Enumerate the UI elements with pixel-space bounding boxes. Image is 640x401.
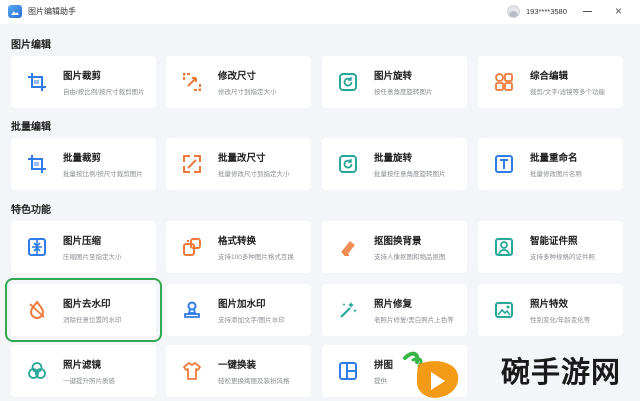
card-description: 支持添加文字/图片水印 [218,317,285,324]
card-compress[interactable]: 图片压缩 压缩图片至指定大小 [11,221,156,273]
rotate-icon [338,154,358,174]
card-description: 消除任意位置的水印 [63,317,122,324]
card-title: 图片裁剪 [63,71,102,82]
convert-icon [182,237,202,257]
card-title: 批量裁剪 [63,153,102,164]
card-description: 老照片修复/黑白照片上色等 [374,317,454,324]
compress-icon [27,237,47,257]
card-id-photo[interactable]: 智能证件照 支持多种规格的证件照 [478,221,623,273]
stamp-icon [182,300,202,320]
play-logo-icon [395,348,465,400]
collage-icon [338,361,358,381]
avatar[interactable] [507,5,520,18]
card-title: 格式转换 [218,236,257,247]
card-remove-watermark[interactable]: 图片去水印 消除任意位置的水印 [5,278,162,342]
card-description: 提供 [374,378,387,385]
card-title: 抠图换背景 [374,236,422,247]
card-photo-effects[interactable]: 照片特效 性别变化/年龄变化等 [478,284,623,336]
drop-icon [27,300,47,320]
card-title: 一键换装 [218,360,257,371]
card-title: 照片修复 [374,299,413,310]
card-title: 照片滤镜 [63,360,102,371]
card-description: 自由/按比例/按尺寸裁剪图片 [63,89,145,96]
card-description: 批量修改图片名称 [530,171,582,178]
card-crop[interactable]: 图片裁剪 自由/按比例/按尺寸裁剪图片 [11,56,156,108]
crop-icon [27,72,47,92]
eraser-icon [338,237,358,257]
card-convert[interactable]: 格式转换 支持100多种图片格式互换 [166,221,311,273]
grid-icon [494,72,514,92]
rotate-icon [338,72,358,92]
card-batch-rotate[interactable]: 批量旋转 批量按任意角度旋转图片 [322,138,467,190]
card-description: 批量按任意角度旋转图片 [374,171,446,178]
card-description: 批量按比例/按尺寸裁剪图片 [63,171,143,178]
card-title: 图片旋转 [374,71,413,82]
title-bar: 图片编辑助手 193****3580 × [0,0,640,24]
app-title: 图片编辑助手 [28,7,76,16]
card-title: 修改尺寸 [218,71,257,82]
crop-icon [27,154,47,174]
card-description: 支持人像抠图和物品抠图 [374,254,446,261]
text-icon [494,154,514,174]
shirt-icon [182,361,202,381]
card-title: 拼图 [374,360,394,371]
id-photo-icon [494,237,514,257]
user-id[interactable]: 193****3580 [526,7,567,16]
card-description: 性别变化/年龄变化等 [530,317,591,324]
card-description: 一键提升照片质感 [63,378,115,385]
resize-icon [182,154,202,174]
card-title: 智能证件照 [530,236,578,247]
card-batch-crop[interactable]: 批量裁剪 批量按比例/按尺寸裁剪图片 [11,138,156,190]
card-batch-rename[interactable]: 批量重命名 批量修改图片名称 [478,138,623,190]
card-photo-repair[interactable]: 照片修复 老照片修复/黑白照片上色等 [322,284,467,336]
card-title: 图片压缩 [63,236,102,247]
card-description: 支持多种规格的证件照 [530,254,595,261]
card-description: 压缩图片至指定大小 [63,254,122,261]
close-button[interactable]: × [612,5,625,18]
magic-wand-icon [338,300,358,320]
card-title: 批量改尺寸 [218,153,266,164]
site-watermark: 碗手游网 [395,340,640,401]
card-description: 轻松更换绚丽及装扮风格 [218,378,290,385]
card-description: 批量修改尺寸到指定大小 [218,171,290,178]
card-add-watermark[interactable]: 图片加水印 支持添加文字/图片水印 [166,284,311,336]
card-combo[interactable]: 综合编辑 裁剪/文字/滤镜等多个功能 [478,56,623,108]
card-description: 修改尺寸到指定大小 [218,89,277,96]
card-title: 批量旋转 [374,153,413,164]
card-title: 图片加水印 [218,299,266,310]
card-description: 支持100多种图片格式互换 [218,254,294,261]
card-title: 图片去水印 [63,299,111,310]
card-title: 综合编辑 [530,71,569,82]
watermark-text: 碗手游网 [501,357,622,389]
minimize-button[interactable] [583,11,592,12]
section-title-picture-edit: 图片编辑 [11,40,51,51]
section-title-features: 特色功能 [11,205,51,216]
section-title-batch-edit: 批量编辑 [11,122,51,133]
app-logo-icon [8,5,22,18]
filter-icon [27,361,47,381]
card-cutout[interactable]: 抠图换背景 支持人像抠图和物品抠图 [322,221,467,273]
card-description: 裁剪/文字/滤镜等多个功能 [530,89,606,96]
resize-icon [182,72,202,92]
card-title: 批量重命名 [530,153,578,164]
card-photo-filter[interactable]: 照片滤镜 一键提升照片质感 [11,345,156,397]
card-rotate[interactable]: 图片旋转 按任意角度旋转图片 [322,56,467,108]
card-title: 照片特效 [530,299,569,310]
image-icon [494,300,514,320]
card-outfit-change[interactable]: 一键换装 轻松更换绚丽及装扮风格 [166,345,311,397]
card-resize[interactable]: 修改尺寸 修改尺寸到指定大小 [166,56,311,108]
card-batch-resize[interactable]: 批量改尺寸 批量修改尺寸到指定大小 [166,138,311,190]
card-description: 按任意角度旋转图片 [374,89,433,96]
